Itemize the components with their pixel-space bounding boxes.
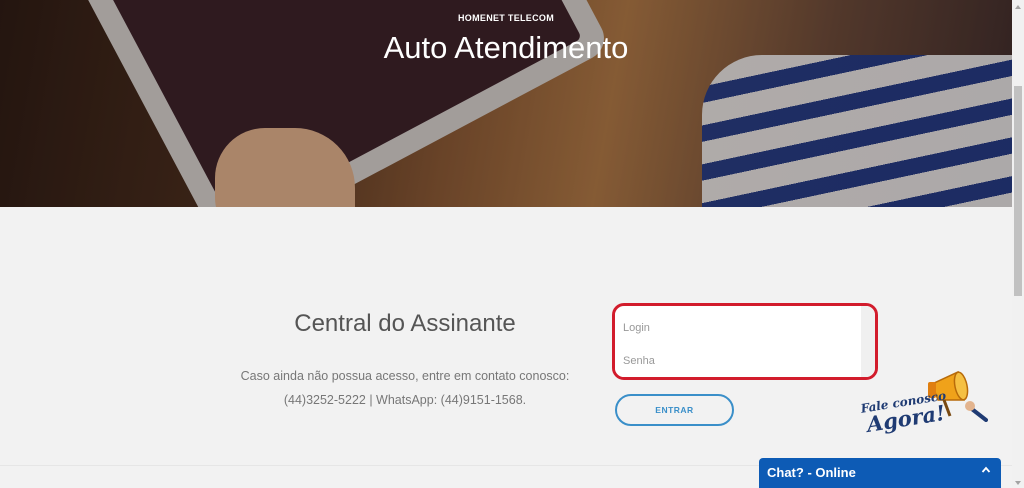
hero-banner: HOMENET TELECOM Auto Atendimento (0, 0, 1012, 207)
scrollbar-thumb[interactable] (1014, 86, 1022, 296)
hero-brand: HOMENET TELECOM (458, 13, 554, 23)
scroll-up-arrow-icon[interactable] (1012, 0, 1024, 12)
page-title: Auto Atendimento (383, 30, 629, 65)
contact-text-line1: Caso ainda não possua acesso, entre em c… (240, 369, 570, 383)
scroll-down-arrow-icon[interactable] (1012, 476, 1024, 488)
chat-widget-bar[interactable]: Chat? - Online (759, 458, 1001, 488)
contact-info: Caso ainda não possua acesso, entre em c… (220, 364, 590, 412)
section-title: Central do Assinante (294, 310, 516, 337)
form-scrollbar (861, 306, 875, 377)
chevron-up-icon[interactable] (981, 464, 991, 478)
enter-button[interactable]: ENTRAR (615, 394, 734, 426)
password-input[interactable] (615, 345, 863, 377)
login-input[interactable] (615, 312, 863, 344)
contact-text-line2: (44)3252-5222 | WhatsApp: (44)9151-1568. (283, 393, 527, 407)
contact-us-badge[interactable]: Fale conosco Agora! (858, 388, 952, 436)
login-form (612, 303, 878, 380)
chat-label: Chat? - Online (767, 465, 856, 480)
page-scrollbar[interactable] (1012, 0, 1024, 488)
